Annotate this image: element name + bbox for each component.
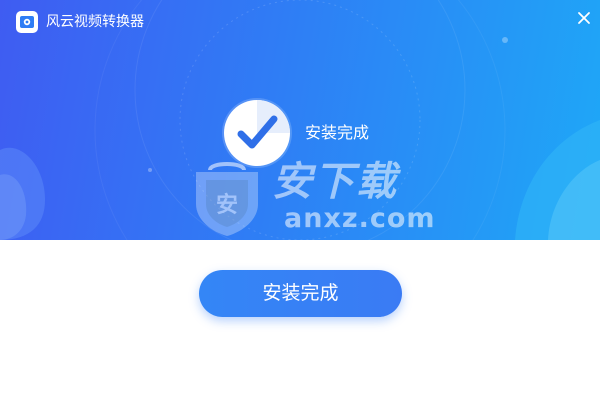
watermark-brand-en: anxz.com bbox=[284, 203, 436, 234]
shield-icon: 安 bbox=[190, 158, 264, 238]
close-button[interactable] bbox=[572, 6, 596, 30]
install-status-label: 安装完成 bbox=[305, 123, 370, 142]
watermark: 安 安下载 anxz.com bbox=[188, 158, 435, 240]
app-logo-icon bbox=[16, 11, 38, 33]
installer-window: 风云视频转换器 安装完成 安 安下载 anxz.com 安装完成 bbox=[0, 0, 600, 400]
close-icon bbox=[578, 12, 590, 24]
shield-char: 安 bbox=[216, 192, 238, 218]
hero-banner: 风云视频转换器 安装完成 安 安下载 anxz.com bbox=[0, 0, 600, 240]
window-title: 风云视频转换器 bbox=[46, 14, 144, 30]
watermark-brand-cn: 安下载 bbox=[272, 159, 398, 205]
title-bar: 风云视频转换器 bbox=[0, 0, 600, 44]
finish-install-button[interactable]: 安装完成 bbox=[199, 270, 402, 317]
